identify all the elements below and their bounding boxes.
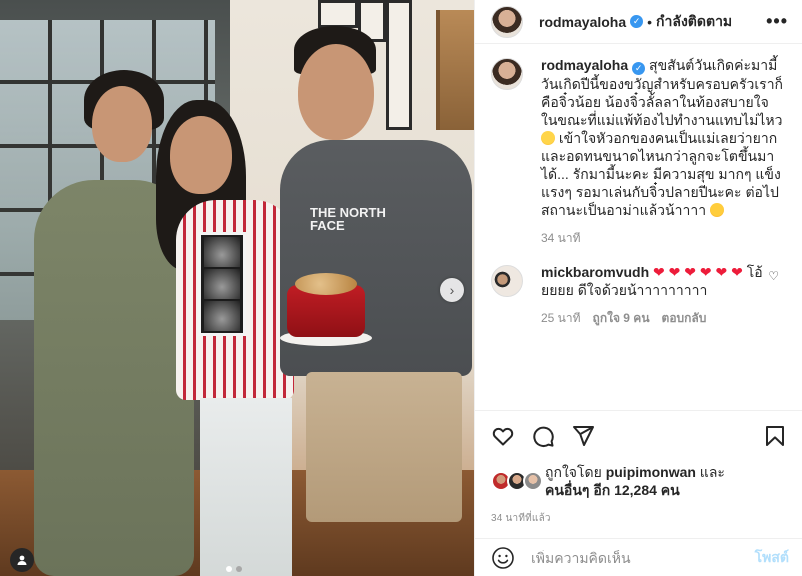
commenter-username[interactable]: mickbaromvudh (541, 264, 649, 280)
heart-emoji-icons: ❤ ❤ ❤ ❤ ❤ ❤ (653, 264, 743, 280)
commenter-avatar[interactable] (491, 265, 523, 297)
ultrasound-photo (198, 232, 246, 336)
caption-meta: 34 นาที (541, 229, 785, 247)
comment-bubble-icon[interactable] (531, 424, 555, 448)
chevron-right-icon: › (449, 282, 455, 298)
carousel-dot (236, 566, 242, 572)
user-tag-icon[interactable] (10, 548, 34, 572)
caption-row: rodmayaloha ✓ สุขสันต์วันเกิดค่ะมามี้ วัน… (491, 56, 787, 247)
likes-middle: และ (695, 464, 725, 480)
photo-wall-frame (318, 0, 358, 28)
cake-topping (295, 273, 357, 295)
photo-shelf (436, 10, 474, 130)
likes-prefix: ถูกใจโดย (545, 464, 606, 480)
bookmark-icon[interactable] (763, 424, 787, 448)
like-heart-icon[interactable] (491, 424, 515, 448)
comment-time: 25 นาที (541, 311, 581, 325)
liker-avatars (491, 471, 543, 491)
following-button[interactable]: กำลังติดตาม (656, 11, 732, 33)
author-username[interactable]: rodmayaloha (539, 14, 626, 30)
first-liker-username[interactable]: puipimonwan (606, 464, 696, 480)
comment-input[interactable] (531, 549, 731, 566)
post-header: rodmayaloha ✓ • กำลังติดตาม ••• (475, 0, 802, 44)
person-middle-pants (200, 398, 292, 576)
emoji-smiley-icon[interactable] (491, 546, 515, 570)
post-actions: ถูกใจโดย puipimonwan และ คนอื่นๆ อีก 12,… (475, 410, 802, 526)
next-photo-button[interactable]: › (440, 278, 464, 302)
liker-avatar[interactable] (523, 471, 543, 491)
more-options-icon[interactable]: ••• (766, 11, 788, 32)
carousel-dots (226, 566, 242, 572)
comments-section: rodmayaloha ✓ สุขสันต์วันเกิดค่ะมามี้ วัน… (475, 56, 802, 408)
caption-time: 34 นาที (541, 231, 581, 245)
person-left-face (92, 86, 152, 162)
comment-likes-count[interactable]: ถูกใจ 9 คน (593, 309, 650, 327)
author-avatar[interactable] (491, 5, 523, 38)
post-photo[interactable]: THE NORTH FACE › (0, 0, 474, 576)
person-right-face (298, 44, 374, 140)
action-icons (491, 423, 787, 449)
verified-badge-icon: ✓ (630, 15, 644, 28)
post-side-panel: rodmayaloha ✓ • กำลังติดตาม ••• rodmayal… (474, 0, 802, 576)
caption-username[interactable]: rodmayaloha (541, 57, 628, 73)
photo-wall-frame (386, 0, 412, 130)
add-comment-bar: โพสต์ (475, 538, 802, 576)
likes-text: ถูกใจโดย puipimonwan และ คนอื่นๆ อีก 12,… (545, 463, 725, 499)
caption-text-part2: เข้าใจหัวอกของคนเป็นแม่เลยว่ายากและอดทนข… (541, 130, 781, 218)
person-middle-face (170, 116, 232, 194)
comment-body: mickbaromvudh ❤ ❤ ❤ ❤ ❤ ❤ โอ้ยยยย ดีใจด้… (541, 263, 785, 327)
caption-body: rodmayaloha ✓ สุขสันต์วันเกิดค่ะมามี้ วัน… (541, 56, 785, 247)
grinning-face-emoji-icon (541, 131, 555, 145)
comment-meta: 25 นาที ถูกใจ 9 คน ตอบกลับ (541, 309, 785, 327)
tshirt-print: THE NORTH FACE (310, 205, 386, 233)
verified-badge-icon: ✓ (632, 62, 646, 75)
comment-like-heart-icon[interactable]: ♡ (768, 269, 779, 283)
share-paper-plane-icon[interactable] (571, 424, 595, 448)
post-comment-button[interactable]: โพสต์ (755, 547, 789, 569)
reply-button[interactable]: ตอบกลับ (662, 309, 707, 327)
carousel-dot (226, 566, 232, 572)
post-timestamp: 34 นาทีที่แล้ว (491, 513, 551, 524)
caption-avatar[interactable] (491, 58, 523, 90)
person-right-shorts (306, 372, 462, 522)
likes-others-count[interactable]: คนอื่นๆ อีก 12,284 คน (545, 482, 680, 498)
likes-summary: ถูกใจโดย puipimonwan และ คนอื่นๆ อีก 12,… (491, 463, 787, 499)
comment-row: mickbaromvudh ❤ ❤ ❤ ❤ ❤ ❤ โอ้ยยยย ดีใจด้… (491, 263, 787, 327)
tongue-face-emoji-icon (709, 203, 724, 217)
header-separator: • (647, 13, 653, 30)
